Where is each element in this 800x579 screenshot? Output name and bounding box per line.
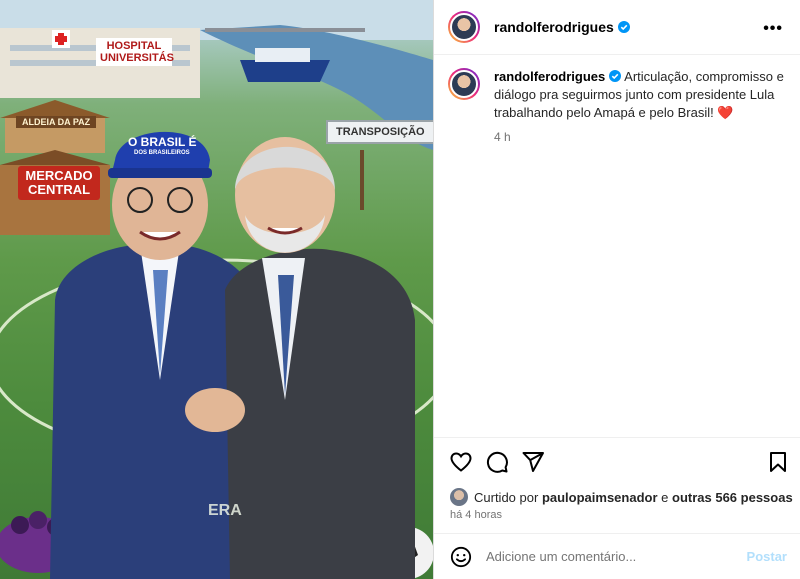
likes-summary: Curtido por paulopaimsenador e outras 56… (450, 488, 793, 506)
share-icon[interactable] (521, 450, 545, 474)
liked-prefix: Curtido por (474, 489, 539, 505)
post-image[interactable]: HOSPITAL UNIVERSITÁS ALDEIA DA PAZ MERCA… (0, 0, 433, 579)
cap-text-line1: O BRASIL É (128, 135, 197, 149)
heart-icon[interactable] (449, 450, 473, 474)
caption-text-block: randolferodrigues Articulação, compromis… (494, 68, 788, 122)
aldeia-sign: ALDEIA DA PAZ (16, 116, 97, 128)
liked-user[interactable]: paulopaimsenador (542, 490, 658, 505)
emoji-icon[interactable] (450, 546, 472, 568)
bookmark-icon[interactable] (766, 450, 790, 474)
author-avatar[interactable] (448, 11, 480, 43)
liked-others[interactable]: outras 566 pessoas (672, 490, 793, 505)
heart-emoji: ❤️ (717, 105, 734, 120)
post-timestamp[interactable]: há 4 horas (450, 509, 502, 521)
hospital-sign: HOSPITAL UNIVERSITÁS (96, 38, 174, 66)
caption-username[interactable]: randolferodrigues (494, 69, 605, 84)
liker-avatar[interactable] (450, 488, 468, 506)
caption-avatar[interactable] (448, 68, 480, 100)
liked-mid: e (661, 489, 669, 505)
post-caption: randolferodrigues Articulação, compromis… (448, 68, 788, 144)
mercado-sign: MERCADO CENTRAL (18, 166, 100, 200)
more-options-icon[interactable]: ••• (763, 20, 783, 38)
cap-text-line2: DOS BRASILEIROS (134, 150, 190, 156)
caption-timestamp[interactable]: 4 h (494, 130, 788, 144)
comment-icon[interactable] (485, 450, 509, 474)
author-username[interactable]: randolferodrigues (494, 19, 614, 35)
comment-bar: Postar (434, 533, 800, 579)
post-header: randolferodrigues ••• (434, 0, 800, 55)
post-actions: Curtido por paulopaimsenador e outras 56… (434, 437, 800, 533)
transposicao-sign: TRANSPOSIÇÃO (326, 120, 433, 144)
verified-badge-icon (609, 70, 622, 82)
post-illustration (0, 0, 433, 579)
bottom-text: ERA (208, 502, 242, 519)
comment-input[interactable] (486, 549, 747, 564)
verified-badge-icon (617, 21, 630, 33)
post-sidebar: randolferodrigues ••• randolferodrigues … (433, 0, 800, 579)
post-comment-button[interactable]: Postar (747, 549, 787, 564)
